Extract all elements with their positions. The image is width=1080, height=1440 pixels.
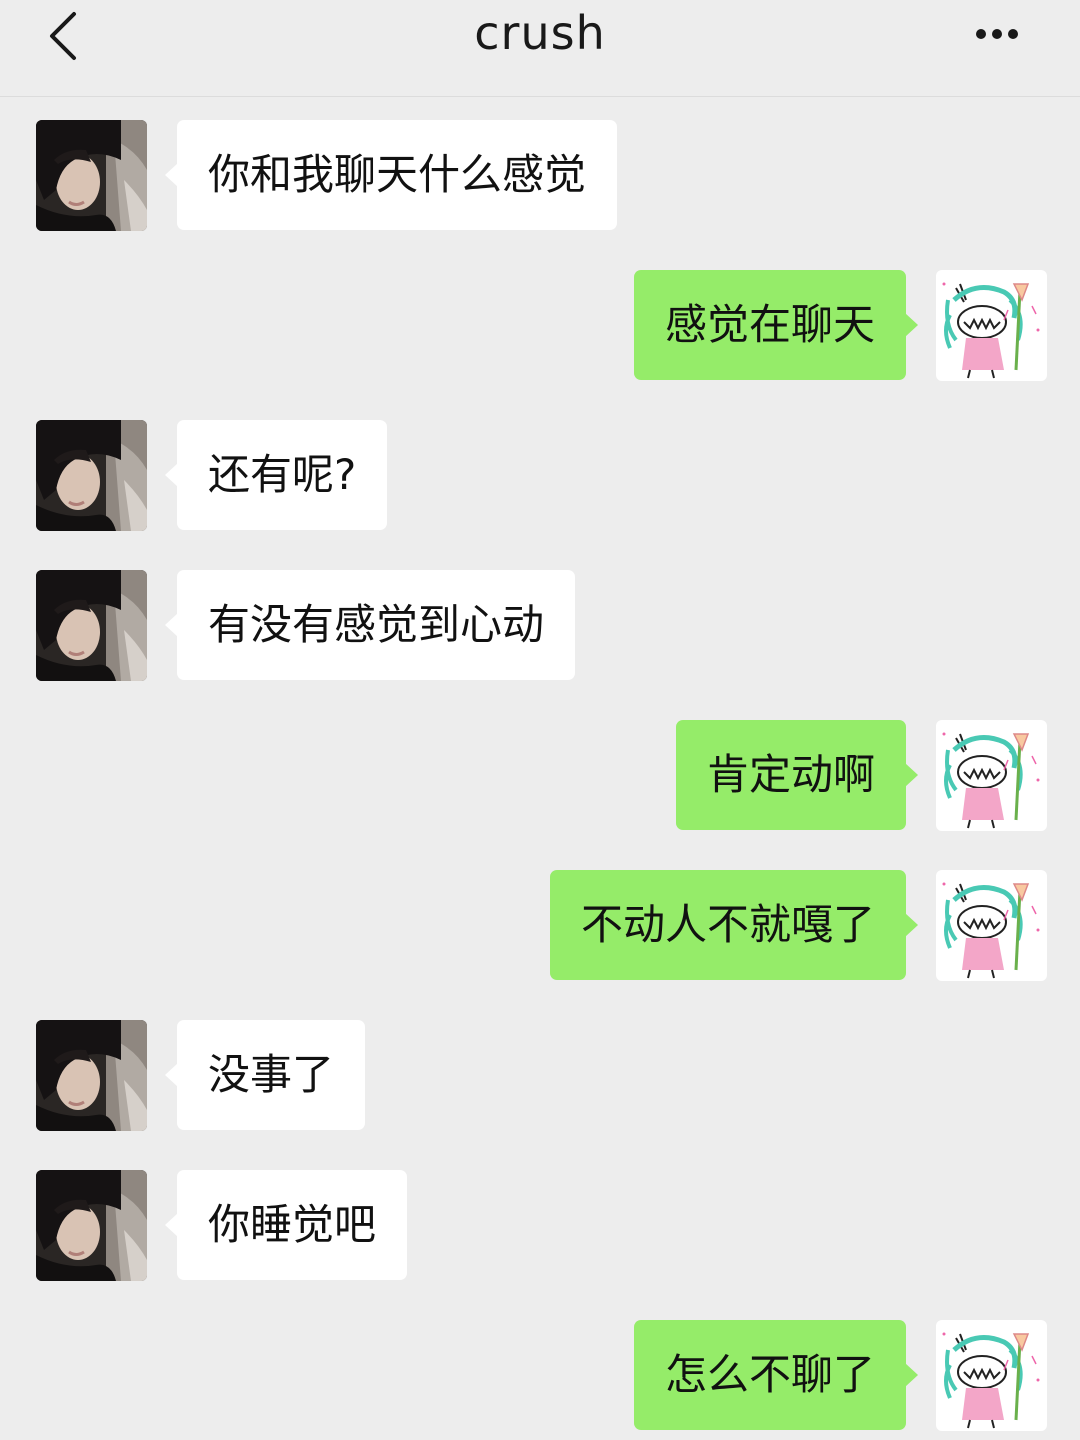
message-row: 你和我聊天什么感觉 <box>0 120 1080 232</box>
contact-avatar[interactable] <box>36 1020 147 1131</box>
message-row: 肯定动啊 <box>0 720 1080 832</box>
chat-header: crush <box>0 0 1080 97</box>
contact-avatar[interactable] <box>36 1170 147 1281</box>
message-row: 不动人不就嘎了 <box>0 870 1080 982</box>
message-row: 你睡觉吧 <box>0 1170 1080 1282</box>
contact-avatar[interactable] <box>36 420 147 531</box>
incoming-message-bubble[interactable]: 没事了 <box>164 1020 366 1130</box>
message-row: 感觉在聊天 <box>0 270 1080 382</box>
contact-avatar[interactable] <box>36 570 147 681</box>
message-row: 怎么不聊了 <box>0 1320 1080 1432</box>
message-row: 还有呢? <box>0 420 1080 532</box>
my-avatar[interactable] <box>936 720 1047 831</box>
my-avatar[interactable] <box>936 1320 1047 1431</box>
incoming-message-bubble[interactable]: 你和我聊天什么感觉 <box>164 120 618 230</box>
my-avatar[interactable] <box>936 870 1047 981</box>
message-list[interactable]: 你和我聊天什么感觉 感觉在聊天 还有呢? 有没有感觉到心动 肯定动啊 不动人不就… <box>0 97 1080 1440</box>
outgoing-message-bubble[interactable]: 肯定动啊 <box>675 720 919 830</box>
outgoing-message-bubble[interactable]: 感觉在聊天 <box>633 270 919 380</box>
more-dots-icon <box>976 29 1018 39</box>
my-avatar[interactable] <box>936 270 1047 381</box>
chat-title: crush <box>474 6 606 60</box>
message-row: 没事了 <box>0 1020 1080 1132</box>
contact-avatar[interactable] <box>36 120 147 231</box>
outgoing-message-bubble[interactable]: 不动人不就嘎了 <box>549 870 919 980</box>
incoming-message-bubble[interactable]: 还有呢? <box>164 420 388 530</box>
incoming-message-bubble[interactable]: 你睡觉吧 <box>164 1170 408 1280</box>
outgoing-message-bubble[interactable]: 怎么不聊了 <box>633 1320 919 1430</box>
message-row: 有没有感觉到心动 <box>0 570 1080 682</box>
incoming-message-bubble[interactable]: 有没有感觉到心动 <box>164 570 576 680</box>
more-button[interactable] <box>970 14 1040 54</box>
